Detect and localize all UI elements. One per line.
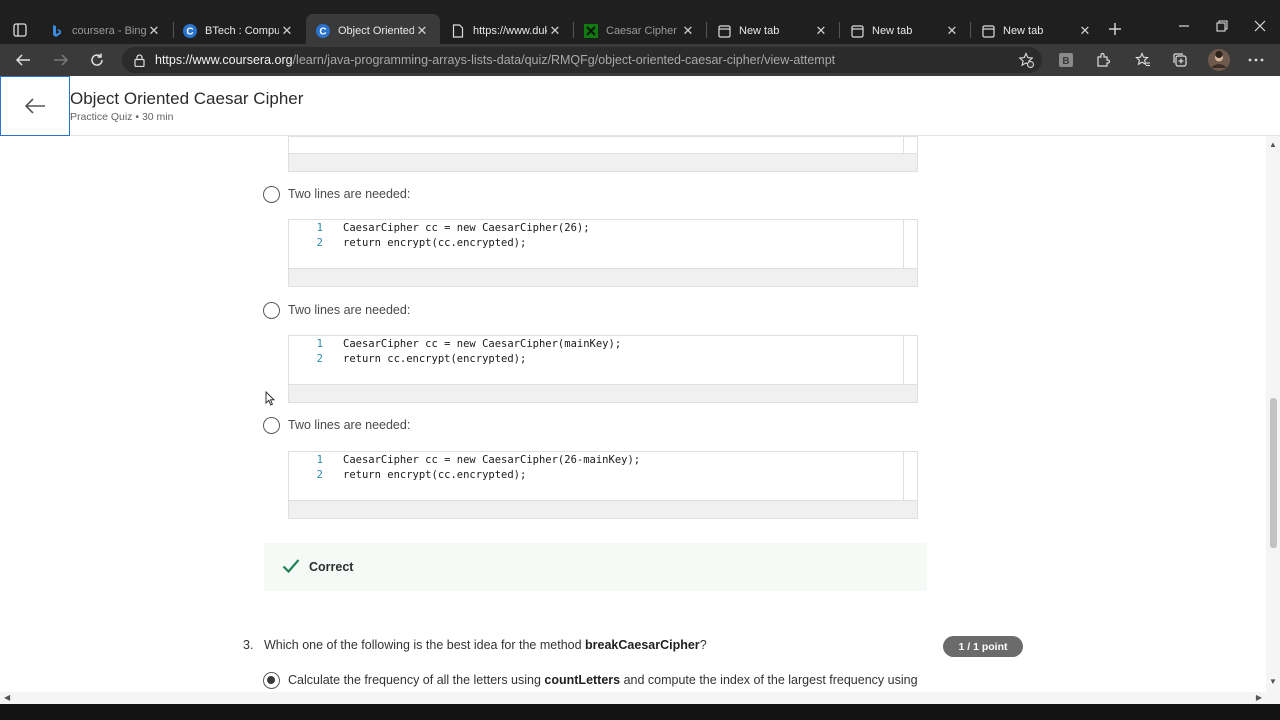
refresh-icon[interactable] [86,50,108,70]
lock-icon [134,53,145,67]
scrollbar-thumb[interactable] [1270,398,1277,548]
coursera-icon: C [183,24,197,38]
feedback-label: Correct [309,560,354,574]
horizontal-scrollbar[interactable]: ◀ ▶ [0,692,1266,704]
extensions-icon[interactable] [1095,52,1111,68]
address-bar-row: https://www.coursera.org/learn/java-prog… [0,44,1280,76]
option-label: Two lines are needed: [288,303,411,317]
tab-duke[interactable]: https://www.duke ✕ [441,14,573,48]
newtab-icon [981,24,995,38]
svg-text:C: C [186,27,193,38]
scroll-down-icon[interactable]: ▼ [1269,677,1277,686]
profile-avatar[interactable] [1208,49,1230,71]
vertical-scrollbar[interactable]: ▲ ▼ [1266,136,1280,704]
add-favorite-icon[interactable] [1018,52,1034,68]
minimize-icon[interactable] [1178,20,1190,35]
extension-b-icon[interactable]: B [1058,52,1074,68]
xbox-icon [584,24,598,38]
code-line: 2 return cc.encrypt(encrypted); [316,353,527,365]
close-tab-icon[interactable]: ✕ [680,23,696,39]
tab-object-oriented[interactable]: C Object Oriented C ✕ [306,14,440,48]
back-button[interactable] [0,76,70,136]
code-line: 2 return encrypt(cc.encrypted); [316,237,527,249]
restore-icon[interactable] [1216,20,1228,35]
points-badge: 1 / 1 point [943,636,1023,657]
code-block: 1 CaesarCipher cc = new CaesarCipher(26);… [288,219,918,287]
collections-icon[interactable] [1172,52,1188,68]
more-options-icon[interactable] [1248,52,1264,68]
question-number: 3. [243,638,254,652]
mouse-cursor-icon [265,391,275,406]
svg-text:C: C [319,27,326,38]
close-tab-icon[interactable]: ✕ [279,23,295,39]
code-line: 1 CaesarCipher cc = new CaesarCipher(main… [316,338,622,350]
newtab-icon [850,24,864,38]
tab-bing[interactable]: coursera - Bing ✕ [40,14,172,48]
answer-text: Calculate the frequency of all the lette… [288,673,918,687]
newtab-icon [717,24,731,38]
close-window-icon[interactable] [1254,20,1266,35]
option-radio[interactable] [263,186,280,203]
forward-icon[interactable] [50,50,72,70]
option-label: Two lines are needed: [288,418,411,432]
close-tab-icon[interactable]: ✕ [547,23,563,39]
tab-new-1[interactable]: New tab ✕ [707,14,839,48]
back-icon[interactable] [12,50,34,70]
browser-tab-bar: coursera - Bing ✕ C BTech : Computer ✕ C… [0,0,1280,48]
scroll-up-icon[interactable]: ▲ [1269,140,1277,149]
favorites-icon[interactable] [1135,52,1151,68]
new-tab-icon[interactable] [1108,20,1122,41]
option-label: Two lines are needed: [288,187,411,201]
code-block-partial [288,136,918,172]
option-radio[interactable] [263,302,280,319]
code-line: 2 return encrypt(cc.encrypted); [316,469,527,481]
close-tab-icon[interactable]: ✕ [146,23,162,39]
quiz-header: Object Oriented Caesar Cipher Practice Q… [0,76,1280,136]
code-block: 1 CaesarCipher cc = new CaesarCipher(26-m… [288,451,918,519]
page-icon [451,24,465,38]
code-line: 1 CaesarCipher cc = new CaesarCipher(26); [316,222,590,234]
answer-radio-selected[interactable] [263,672,280,689]
close-tab-icon[interactable]: ✕ [1077,23,1093,39]
arrow-left-icon [24,98,45,114]
code-line: 1 CaesarCipher cc = new CaesarCipher(26-m… [316,454,641,466]
bing-icon [50,24,64,38]
tab-caesar-cipher[interactable]: Caesar Cipher De ✕ [574,14,706,48]
tab-btech[interactable]: C BTech : Computer ✕ [173,14,305,48]
web-page: Object Oriented Caesar Cipher Practice Q… [0,76,1280,704]
close-tab-icon[interactable]: ✕ [944,23,960,39]
url-field[interactable]: https://www.coursera.org/learn/java-prog… [122,47,1042,73]
page-subtitle: Practice Quiz • 30 min [70,111,174,123]
tab-actions-icon[interactable] [0,12,40,48]
coursera-icon: C [316,24,330,38]
feedback-correct: Correct [264,543,927,591]
page-title: Object Oriented Caesar Cipher [70,89,304,108]
bottom-strip [0,704,1280,720]
close-tab-icon[interactable]: ✕ [414,23,430,39]
scroll-right-icon[interactable]: ▶ [1256,693,1262,702]
svg-text:B: B [1062,56,1069,67]
tab-new-2[interactable]: New tab ✕ [840,14,970,48]
code-block: 1 CaesarCipher cc = new CaesarCipher(main… [288,335,918,403]
scroll-left-icon[interactable]: ◀ [4,693,10,702]
question-text: Which one of the following is the best i… [264,638,707,652]
close-tab-icon[interactable]: ✕ [813,23,829,39]
tab-new-3[interactable]: New tab ✕ [971,14,1103,48]
checkmark-icon [282,559,300,574]
option-radio[interactable] [263,417,280,434]
